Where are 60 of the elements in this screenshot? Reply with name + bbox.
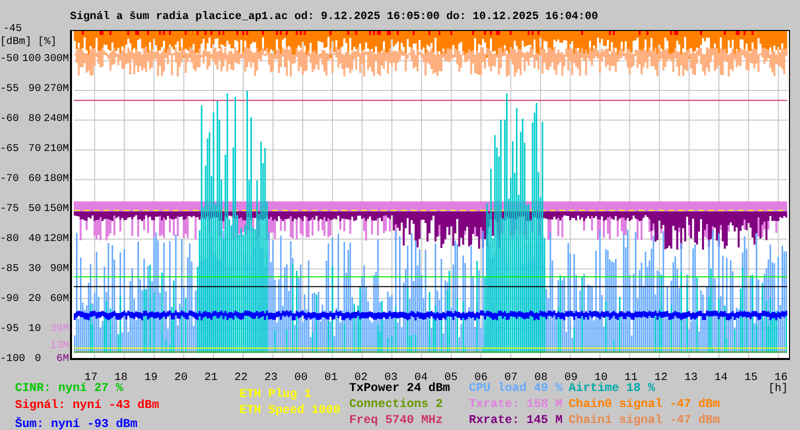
axis-unit-label: [h]	[768, 382, 788, 397]
x-tick-label: 12	[654, 372, 668, 384]
legend-entry: ETH Speed 1000	[239, 402, 342, 418]
y-tick-label: 150M	[44, 203, 69, 216]
y-tick-label: 60M	[50, 293, 69, 306]
y-tick-label: 80	[28, 113, 41, 126]
x-tick-label: 01	[324, 372, 338, 385]
y-tick-label: 50	[28, 203, 41, 216]
y-tick-label: 70	[28, 143, 41, 156]
legend-entry: ETH Plug 1	[239, 386, 312, 402]
y-tick-label: 90M	[50, 263, 69, 276]
legend-entry: Txrate: 158 M	[468, 396, 564, 412]
y-tick-label: 60	[28, 173, 41, 186]
legend-entry: Šum: nyní -93 dBm	[15, 416, 138, 430]
x-tick-label: 23	[264, 372, 278, 385]
x-tick-label: 20	[174, 372, 188, 385]
x-tick-label: 19	[144, 372, 158, 385]
y-tick-label: -80	[0, 233, 19, 246]
y-tick-label: -90	[0, 293, 19, 306]
y-tick-label: -100	[0, 353, 26, 366]
y-tick-label: 300M	[44, 53, 69, 66]
y-tick-label: -55	[0, 83, 19, 96]
y-tick-label: 180M	[44, 173, 69, 186]
y-tick-label: 270M	[44, 83, 69, 96]
y-tick-label: 10	[28, 323, 41, 336]
x-tick-label: 13	[684, 372, 698, 385]
y-tick-label: 120M	[44, 233, 69, 246]
legend-entry: Chain0 signal -47 dBm	[568, 396, 721, 412]
y-tick-label: 20	[28, 293, 41, 306]
y-tick-label: -95	[0, 323, 19, 336]
y-tick-label: 6M	[56, 353, 69, 366]
axis-unit-label: [dBm] [%]	[0, 36, 57, 49]
y-tick-label: 30	[28, 263, 41, 276]
x-tick-label: 14	[714, 372, 728, 385]
y-tick-label: 0	[34, 353, 41, 366]
y-tick-label: -85	[0, 263, 19, 276]
y-tick-label: 210M	[44, 143, 69, 156]
x-tick-label: 16	[774, 372, 788, 384]
chart-title: Signál a šum radia placice_ap1.ac od: 9.12.2025 16:05:00 do: 10.12.2025 16:04:00	[70, 11, 598, 23]
y-tick-label: -70	[0, 173, 19, 186]
x-tick-label: 00	[294, 372, 308, 385]
y-tick-label: 240M	[44, 113, 69, 126]
y-tick-label: -65	[0, 143, 19, 156]
legend-entry: Rxrate: 145 M	[468, 412, 564, 428]
y-tick-label: -45	[3, 23, 22, 36]
x-tick-label: 21	[204, 372, 218, 385]
y-tick-label: -75	[0, 203, 19, 216]
y-tick-label: 39M	[50, 323, 69, 336]
legend-entry: Chain1 signal -47 dBm	[568, 412, 721, 428]
legend-entry: Signál: nyní -43 dBm	[15, 397, 160, 413]
x-tick-label: 15	[744, 372, 758, 385]
legend-entry: Freq 5740 MHz	[349, 412, 444, 428]
x-tick-label: 22	[234, 372, 248, 385]
legend-entry: Connections 2	[349, 396, 444, 412]
y-tick-label: 100	[22, 53, 41, 66]
y-tick-label: 40	[28, 233, 41, 246]
y-tick-label: 90	[28, 83, 41, 96]
y-tick-label: -50	[0, 53, 19, 66]
y-tick-label: -60	[0, 113, 19, 126]
y-tick-label: 13M	[50, 340, 69, 353]
